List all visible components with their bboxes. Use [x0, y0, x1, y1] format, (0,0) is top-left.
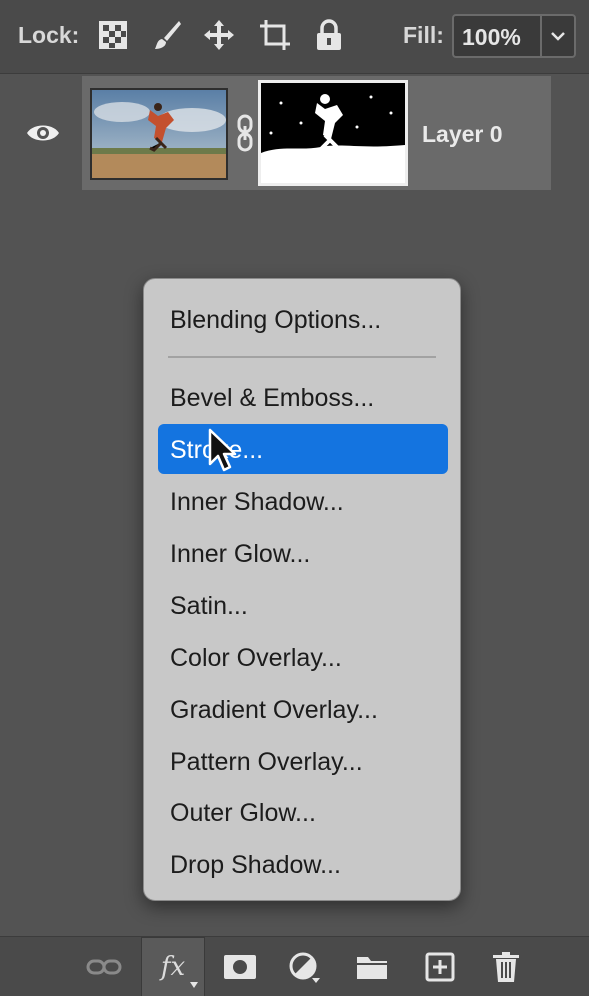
fx-icon: fx — [160, 952, 186, 982]
folder-icon[interactable] — [352, 947, 392, 987]
menu-item-bevel-emboss[interactable]: Bevel & Emboss... — [158, 372, 448, 422]
menu-item-label: Inner Shadow... — [170, 488, 344, 516]
lock-label: Lock: — [18, 22, 80, 48]
lock-position-icon[interactable] — [202, 18, 236, 52]
layer-style-menu: Blending Options... Bevel & Emboss... St… — [143, 278, 461, 901]
eye-icon[interactable] — [24, 118, 62, 148]
lock-transparent-pixels-icon[interactable] — [96, 18, 130, 52]
layer-name[interactable]: Layer 0 — [422, 121, 503, 148]
chevron-down-icon[interactable] — [542, 16, 574, 56]
lock-bar: Lock: Fill: 100% — [0, 0, 589, 74]
menu-item-gradient-overlay[interactable]: Gradient Overlay... — [158, 684, 448, 734]
lock-artboard-icon[interactable] — [258, 18, 292, 52]
new-layer-icon[interactable] — [420, 947, 460, 987]
menu-item-inner-glow[interactable]: Inner Glow... — [158, 528, 448, 578]
fill-input[interactable]: 100% — [452, 14, 576, 58]
menu-item-label: Gradient Overlay... — [170, 696, 378, 724]
add-layer-style-button[interactable]: fx — [141, 937, 205, 996]
fill-value[interactable]: 100% — [462, 24, 521, 51]
layer-row[interactable]: Layer 0 — [0, 74, 589, 194]
menu-item-drop-shadow[interactable]: Drop Shadow... — [158, 839, 448, 889]
trash-icon[interactable] — [486, 947, 526, 987]
adjustment-layer-icon[interactable] — [284, 947, 324, 987]
layer-thumbnail[interactable] — [90, 88, 228, 180]
menu-item-label: Outer Glow... — [170, 799, 316, 827]
menu-item-label: Color Overlay... — [170, 644, 342, 672]
menu-item-inner-shadow[interactable]: Inner Shadow... — [158, 476, 448, 526]
layer-mask-thumbnail[interactable] — [258, 80, 408, 186]
mouse-cursor-icon — [208, 428, 238, 474]
link-chain-icon[interactable] — [233, 112, 257, 154]
menu-item-label: Inner Glow... — [170, 540, 311, 568]
menu-item-pattern-overlay[interactable]: Pattern Overlay... — [158, 736, 448, 786]
layers-bottom-toolbar: fx — [0, 936, 589, 996]
lock-all-icon[interactable] — [312, 18, 346, 52]
lock-image-pixels-icon[interactable] — [150, 18, 184, 52]
menu-item-stroke[interactable]: Stroke... — [158, 424, 448, 474]
menu-item-label: Blending Options... — [170, 306, 382, 334]
add-mask-icon[interactable] — [220, 947, 260, 987]
menu-item-satin[interactable]: Satin... — [158, 580, 448, 630]
menu-item-label: Satin... — [170, 592, 248, 620]
link-layers-icon[interactable] — [84, 947, 124, 987]
menu-item-label: Bevel & Emboss... — [170, 384, 375, 412]
menu-item-color-overlay[interactable]: Color Overlay... — [158, 632, 448, 682]
menu-item-label: Pattern Overlay... — [170, 748, 363, 776]
fill-label: Fill: — [403, 22, 444, 48]
menu-item-label: Drop Shadow... — [170, 851, 341, 879]
menu-separator — [168, 356, 436, 358]
menu-item-outer-glow[interactable]: Outer Glow... — [158, 787, 448, 837]
menu-item-blending-options[interactable]: Blending Options... — [158, 294, 448, 344]
